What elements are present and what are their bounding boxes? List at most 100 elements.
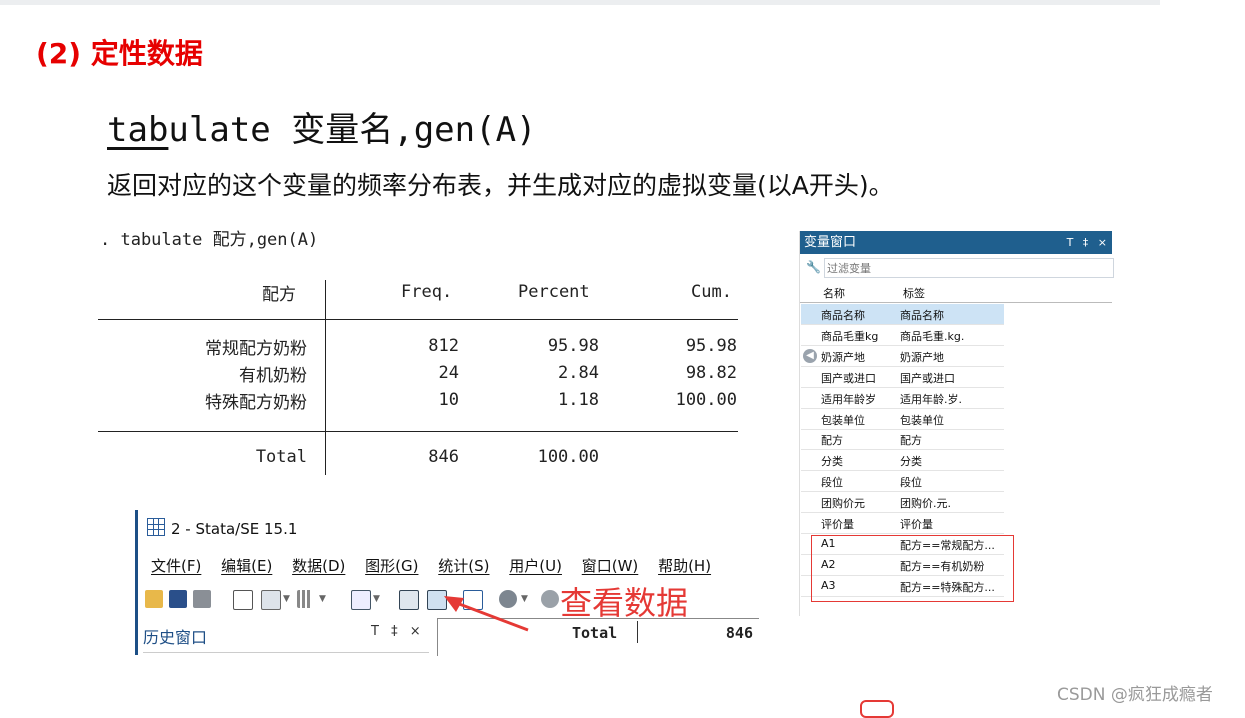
do-file-editor-icon[interactable] xyxy=(351,590,371,610)
open-icon[interactable] xyxy=(145,590,163,608)
variable-label: 商品毛重.kg. xyxy=(900,329,965,343)
menu-help[interactable]: 帮助(H) xyxy=(658,557,711,575)
filter-variables-input[interactable] xyxy=(824,258,1114,278)
variable-row[interactable]: 评价量 评价量 xyxy=(801,513,1004,534)
logo-fragment xyxy=(860,700,894,718)
wrench-icon[interactable]: 🔧 xyxy=(806,260,821,274)
command-abbrev: tab xyxy=(107,110,169,150)
row-percent: 1.18 xyxy=(558,390,599,410)
variable-name: 分类 xyxy=(821,455,843,469)
data-editor-icon[interactable] xyxy=(399,590,419,610)
log-icon[interactable] xyxy=(233,590,253,610)
graph-icon[interactable] xyxy=(297,590,315,608)
row-label: 有机奶粉 xyxy=(239,366,307,386)
description-text: 返回对应的这个变量的频率分布表，并生成对应的虚拟变量(以A开头)。 xyxy=(107,171,894,200)
row-freq: 24 xyxy=(438,363,459,383)
row-freq: 812 xyxy=(428,336,459,356)
filter-bar: 🔧 xyxy=(802,258,1114,278)
variable-label: 评价量 xyxy=(900,518,933,531)
variable-row[interactable]: 配方 配方 xyxy=(801,429,1004,451)
row-cum: 95.98 xyxy=(685,336,737,356)
col-header-freq: Freq. xyxy=(401,282,453,302)
variable-name: 奶源产地 xyxy=(821,350,865,364)
stata-grid-icon xyxy=(147,518,165,536)
variable-label: 团购价.元. xyxy=(900,497,951,511)
variable-name: 包装单位 xyxy=(821,413,865,427)
arrow-icon xyxy=(444,596,529,632)
chevron-down-icon[interactable]: ▼ xyxy=(283,594,290,604)
variable-row[interactable]: 适用年龄岁 适用年龄.岁. xyxy=(801,388,1004,409)
divider xyxy=(637,621,638,643)
row-percent: 2.84 xyxy=(558,363,599,383)
variable-row[interactable]: 包装单位 包装单位 xyxy=(801,409,1004,430)
window-edge xyxy=(135,510,138,655)
menu-bar: 文件(F) 编辑(E) 数据(D) 图形(G) 统计(S) 用户(U) 窗口(W… xyxy=(151,555,726,576)
variable-name: 评价量 xyxy=(821,518,854,531)
break-icon[interactable] xyxy=(541,590,559,608)
results-total-value: 846 xyxy=(725,624,753,642)
variable-window-titlebar: 变量窗口 T ‡ × xyxy=(800,231,1112,254)
viewer-icon[interactable] xyxy=(261,590,281,610)
variable-name: 段位 xyxy=(821,476,843,490)
variable-window-title: 变量窗口 xyxy=(804,235,857,250)
variable-row[interactable]: 商品毛重kg 商品毛重.kg. xyxy=(801,325,1004,346)
variable-list-header: 名称 标签 xyxy=(800,282,1112,303)
chevron-down-icon[interactable]: ▼ xyxy=(373,594,380,604)
variable-row[interactable]: 团购价元 团购价.元. xyxy=(801,492,1004,514)
top-divider xyxy=(0,0,1160,5)
variable-row[interactable]: 国产或进口 国产或进口 xyxy=(801,367,1004,388)
table-rule-vertical xyxy=(325,280,326,475)
results-total-label: Total xyxy=(572,624,618,642)
col-header-formula: 配方 xyxy=(262,285,296,305)
save-icon[interactable] xyxy=(169,590,187,608)
annotation-view-data: 查看数据 xyxy=(560,584,689,622)
menu-edit[interactable]: 编辑(E) xyxy=(221,557,272,575)
command-syntax: tabulate 变量名,gen(A) xyxy=(107,102,537,151)
variable-name: 配方 xyxy=(821,434,843,448)
row-freq: 10 xyxy=(438,390,459,410)
variable-label: 配方 xyxy=(900,434,922,448)
divider xyxy=(143,652,429,653)
window-controls[interactable]: T ‡ × xyxy=(1067,231,1110,254)
stata-title-text: 2 - Stata/SE 15.1 xyxy=(171,520,298,538)
highlight-box-dummy-vars xyxy=(811,535,1014,602)
variable-row[interactable]: 分类 分类 xyxy=(801,450,1004,472)
column-header-name[interactable]: 名称 xyxy=(823,285,845,301)
variable-label: 国产或进口 xyxy=(900,371,955,385)
variable-name: 适用年龄岁 xyxy=(821,392,876,406)
column-header-label[interactable]: 标签 xyxy=(903,285,925,301)
variable-label: 奶源产地 xyxy=(900,350,944,364)
variable-label: 段位 xyxy=(900,476,922,490)
variable-name: 商品名称 xyxy=(821,309,865,322)
total-freq: 846 xyxy=(428,447,459,467)
menu-window[interactable]: 窗口(W) xyxy=(582,557,639,575)
menu-file[interactable]: 文件(F) xyxy=(151,557,201,575)
col-header-cum: Cum. xyxy=(691,282,732,302)
variable-label: 分类 xyxy=(900,455,922,469)
variable-row[interactable]: 段位 段位 xyxy=(801,471,1004,493)
row-label: 常规配方奶粉 xyxy=(205,339,307,359)
table-rule-top xyxy=(98,319,738,320)
menu-statistics[interactable]: 统计(S) xyxy=(438,557,489,575)
variable-row[interactable]: 商品名称 商品名称 xyxy=(801,304,1004,325)
row-percent: 95.98 xyxy=(547,336,599,356)
row-cum: 98.82 xyxy=(685,363,737,383)
total-percent: 100.00 xyxy=(537,447,599,467)
chevron-down-icon[interactable]: ▼ xyxy=(319,594,326,604)
menu-graphics[interactable]: 图形(G) xyxy=(365,557,418,575)
menu-data[interactable]: 数据(D) xyxy=(292,557,345,575)
history-title: 历史窗口 xyxy=(143,628,208,647)
col-header-percent: Percent xyxy=(518,282,590,302)
variable-name: 国产或进口 xyxy=(821,371,876,385)
variable-label: 包装单位 xyxy=(900,413,944,427)
stata-command-line: . tabulate 配方,gen(A) xyxy=(100,230,319,250)
menu-user[interactable]: 用户(U) xyxy=(509,557,562,575)
command-rest: ulate 变量名,gen(A) xyxy=(168,110,537,150)
row-cum: 100.00 xyxy=(675,390,737,410)
row-label: 特殊配方奶粉 xyxy=(205,393,307,413)
variable-label: 商品名称 xyxy=(900,309,944,322)
variable-row[interactable]: 奶源产地 奶源产地 xyxy=(801,346,1004,367)
print-icon[interactable] xyxy=(193,590,211,608)
variable-label: 适用年龄.岁. xyxy=(900,392,962,406)
history-pane-controls[interactable]: T ‡ × xyxy=(371,624,425,639)
